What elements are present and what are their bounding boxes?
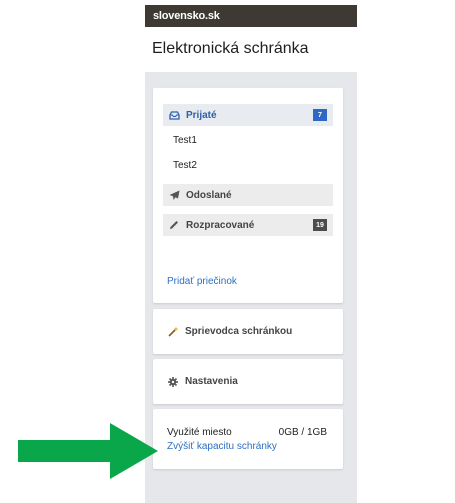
inbox-icon (168, 109, 180, 121)
magic-wand-icon (167, 326, 179, 338)
storage-value: 0GB / 1GB (278, 427, 327, 438)
folder-drafts[interactable]: Rozpracované 19 (163, 214, 333, 236)
increase-capacity-link[interactable]: Zvýšiť kapacitu schránky (167, 441, 277, 452)
inbox-count-badge: 7 (313, 109, 327, 121)
drafts-count-badge: 19 (313, 219, 327, 231)
guide-label: Sprievodca schránkou (185, 326, 293, 337)
folder-inbox-label: Prijaté (186, 109, 217, 121)
logo[interactable]: slovensko.sk (153, 10, 220, 22)
add-folder-link[interactable]: Pridať priečinok (167, 276, 237, 287)
top-bar: slovensko.sk (145, 5, 357, 27)
folder-inbox[interactable]: Prijaté 7 (163, 104, 333, 126)
settings-button[interactable]: Nastavenia (153, 359, 343, 404)
page-title: Elektronická schránka (152, 40, 309, 57)
paper-plane-icon (168, 189, 180, 201)
folder-drafts-label: Rozpracované (186, 219, 255, 231)
storage-label: Využité miesto (167, 427, 232, 438)
subfolder-test1[interactable]: Test1 (173, 135, 197, 146)
settings-label: Nastavenia (185, 376, 238, 387)
subfolder-test2[interactable]: Test2 (173, 160, 197, 171)
folder-sent[interactable]: Odoslané (163, 184, 333, 206)
green-arrow-icon (18, 423, 158, 479)
folder-sent-label: Odoslané (186, 189, 232, 201)
gear-icon (167, 376, 179, 388)
guide-button[interactable]: Sprievodca schránkou (153, 309, 343, 354)
storage-card: Využité miesto 0GB / 1GB Zvýšiť kapacitu… (153, 409, 343, 469)
pencil-icon (168, 219, 180, 231)
